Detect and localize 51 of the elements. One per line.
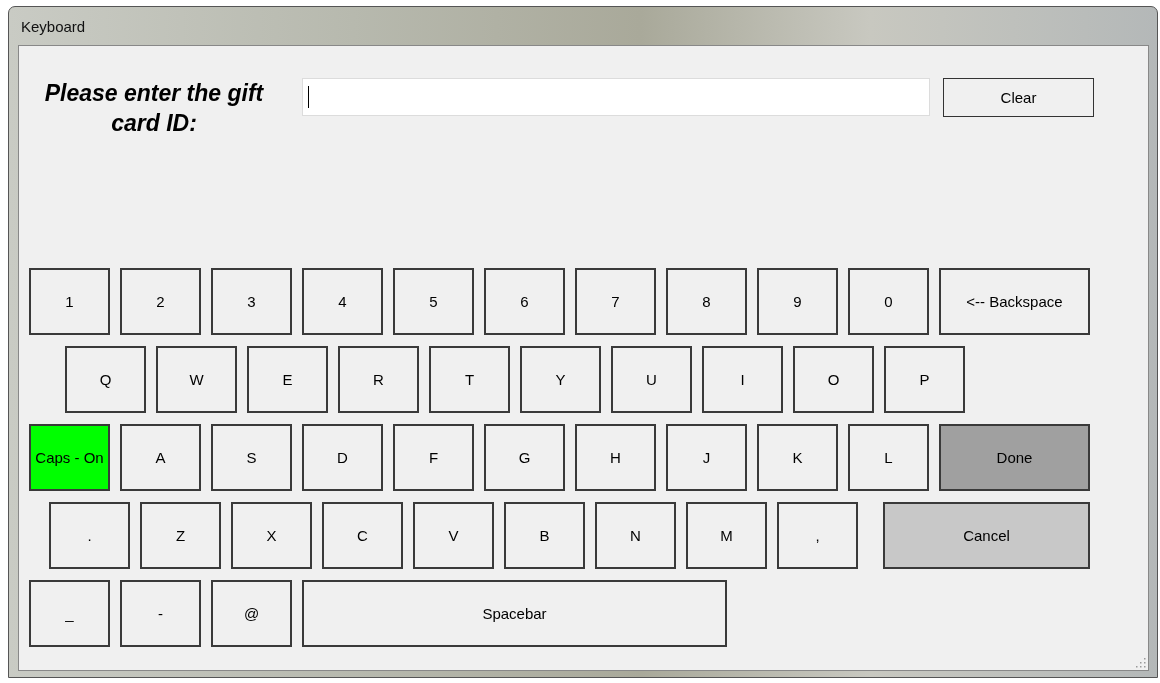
- keyboard-key[interactable]: X: [231, 502, 312, 569]
- keyboard-key[interactable]: .: [49, 502, 130, 569]
- spacebar-key[interactable]: Spacebar: [302, 580, 727, 647]
- keyboard-key[interactable]: 6: [484, 268, 565, 335]
- window-title: Keyboard: [21, 17, 86, 35]
- keyboard-key[interactable]: 3: [211, 268, 292, 335]
- keyboard-key[interactable]: H: [575, 424, 656, 491]
- keyboard-key[interactable]: 9: [757, 268, 838, 335]
- keyboard-key[interactable]: A: [120, 424, 201, 491]
- keyboard-key[interactable]: @: [211, 580, 292, 647]
- keyboard-key[interactable]: _: [29, 580, 110, 647]
- backspace-key[interactable]: <-- Backspace: [939, 268, 1090, 335]
- keyboard-key[interactable]: 8: [666, 268, 747, 335]
- cancel-button[interactable]: Cancel: [883, 502, 1090, 569]
- keyboard-key[interactable]: L: [848, 424, 929, 491]
- keyboard-key[interactable]: R: [338, 346, 419, 413]
- keyboard-key[interactable]: 2: [120, 268, 201, 335]
- keyboard-key[interactable]: 4: [302, 268, 383, 335]
- keyboard-key[interactable]: T: [429, 346, 510, 413]
- keyboard-key[interactable]: Y: [520, 346, 601, 413]
- done-button[interactable]: Done: [939, 424, 1090, 491]
- keyboard-key[interactable]: O: [793, 346, 874, 413]
- keyboard-key[interactable]: W: [156, 346, 237, 413]
- keyboard-key[interactable]: F: [393, 424, 474, 491]
- keyboard-key[interactable]: B: [504, 502, 585, 569]
- keyboard-key[interactable]: 1: [29, 268, 110, 335]
- keyboard-key[interactable]: -: [120, 580, 201, 647]
- keyboard-key[interactable]: S: [211, 424, 292, 491]
- keyboard-key[interactable]: C: [322, 502, 403, 569]
- keyboard-key[interactable]: V: [413, 502, 494, 569]
- keyboard-key[interactable]: 5: [393, 268, 474, 335]
- resize-grip-icon[interactable]: [1134, 656, 1146, 668]
- input-field[interactable]: [302, 78, 930, 116]
- keyboard-key[interactable]: Q: [65, 346, 146, 413]
- keyboard-key[interactable]: U: [611, 346, 692, 413]
- keyboard-key[interactable]: K: [757, 424, 838, 491]
- keyboard-key[interactable]: P: [884, 346, 965, 413]
- keyboard-key[interactable]: J: [666, 424, 747, 491]
- keyboard-key[interactable]: M: [686, 502, 767, 569]
- keyboard-key[interactable]: G: [484, 424, 565, 491]
- keyboard-key[interactable]: ,: [777, 502, 858, 569]
- keyboard-key[interactable]: D: [302, 424, 383, 491]
- prompt-label: Please enter the gift card ID:: [43, 79, 265, 138]
- keyboard-key[interactable]: I: [702, 346, 783, 413]
- caps-toggle-key[interactable]: Caps - On: [29, 424, 110, 491]
- clear-button[interactable]: Clear: [943, 78, 1094, 117]
- keyboard-key[interactable]: N: [595, 502, 676, 569]
- keyboard-key[interactable]: 0: [848, 268, 929, 335]
- keyboard-key[interactable]: E: [247, 346, 328, 413]
- keyboard-key[interactable]: 7: [575, 268, 656, 335]
- keyboard-key[interactable]: Z: [140, 502, 221, 569]
